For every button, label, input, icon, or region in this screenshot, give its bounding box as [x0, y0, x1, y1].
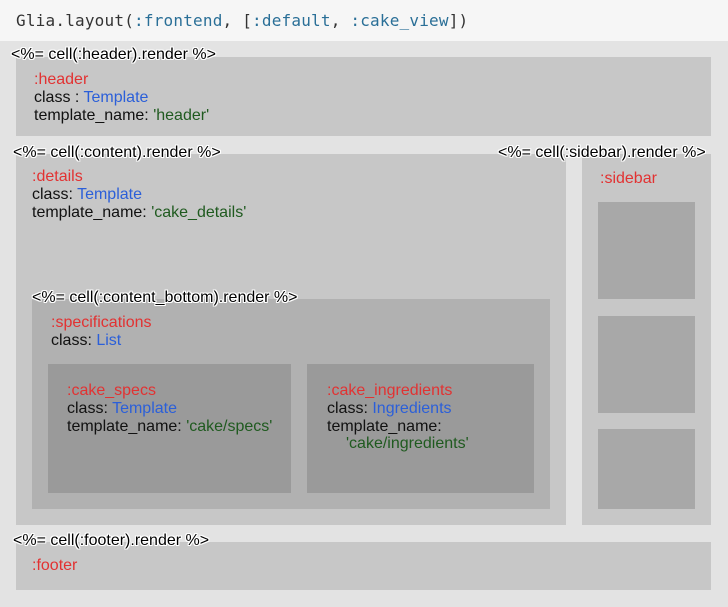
code-sep1: , [	[222, 11, 253, 30]
content-template-key: template_name:	[32, 204, 152, 221]
code-method: layout	[65, 11, 125, 30]
header-cell-name: :header	[34, 71, 89, 88]
header-class-value: Template	[83, 89, 149, 106]
content-bottom-cell-name: :specifications	[51, 314, 152, 331]
cake-specs-template-key: template_name:	[67, 418, 187, 435]
content-template-value: 'cake_details'	[151, 204, 247, 221]
cake-ingredients-class-key: class:	[327, 400, 373, 417]
cake-ingredients-template-value: 'cake/ingredients'	[346, 435, 469, 452]
sidebar-slot	[598, 316, 695, 413]
code-open: (	[124, 11, 135, 30]
sidebar-cell-name: :sidebar	[600, 170, 657, 187]
cake-specs-template-line: template_name: 'cake/specs'	[67, 418, 272, 436]
sidebar-render-label: <%= cell(:sidebar).render %>	[498, 144, 706, 161]
header-template-line: template_name: 'header'	[34, 107, 209, 125]
cake-ingredients-class-line: class: Ingredients	[327, 400, 452, 418]
content-template-line: template_name: 'cake_details'	[32, 204, 246, 222]
content-class-value: Template	[77, 186, 142, 203]
code-arg-frontend: :frontend	[134, 11, 223, 30]
header-template-key: template_name:	[34, 107, 154, 124]
code-dot: .	[55, 11, 66, 30]
header-class-key: class :	[34, 89, 84, 106]
header-render-label: <%= cell(:header).render %>	[11, 46, 216, 63]
cake-ingredients-class-value: Ingredients	[372, 400, 452, 417]
cake-ingredients-template-key: template_name:	[327, 418, 442, 435]
cake-specs-cell-name: :cake_specs	[67, 382, 156, 399]
sidebar-slot	[598, 202, 695, 299]
cake-specs-class-key: class:	[67, 400, 113, 417]
content-class-key: class:	[32, 186, 78, 203]
header-template-value: 'header'	[153, 107, 210, 124]
code-arg-cake-view: :cake_view	[350, 11, 449, 30]
cake-ingredients-cell-name: :cake_ingredients	[327, 382, 453, 399]
code-close: ])	[448, 11, 469, 30]
code-object: Glia	[16, 11, 56, 30]
content-cell-name: :details	[32, 168, 83, 185]
sidebar-slot	[598, 429, 695, 509]
code-arg-default: :default	[252, 11, 331, 30]
content-class-line: class: Template	[32, 186, 142, 204]
header-class-line: class : Template	[34, 89, 148, 107]
content-bottom-class-line: class: List	[51, 332, 121, 350]
content-bottom-class-key: class:	[51, 332, 97, 349]
content-bottom-render-label: <%= cell(:content_bottom).render %>	[32, 289, 298, 306]
cake-specs-class-value: Template	[112, 400, 177, 417]
cake-specs-template-value: 'cake/specs'	[186, 418, 273, 435]
footer-render-label: <%= cell(:footer).render %>	[13, 532, 210, 549]
layout-code: Glia.layout(:frontend, [:default, :cake_…	[16, 11, 468, 30]
code-bar: Glia.layout(:frontend, [:default, :cake_…	[0, 0, 728, 41]
content-bottom-class-value: List	[96, 332, 122, 349]
footer-cell-name: :footer	[32, 557, 78, 574]
content-render-label: <%= cell(:content).render %>	[13, 144, 221, 161]
code-sep2: ,	[330, 11, 351, 30]
cake-specs-class-line: class: Template	[67, 400, 177, 418]
